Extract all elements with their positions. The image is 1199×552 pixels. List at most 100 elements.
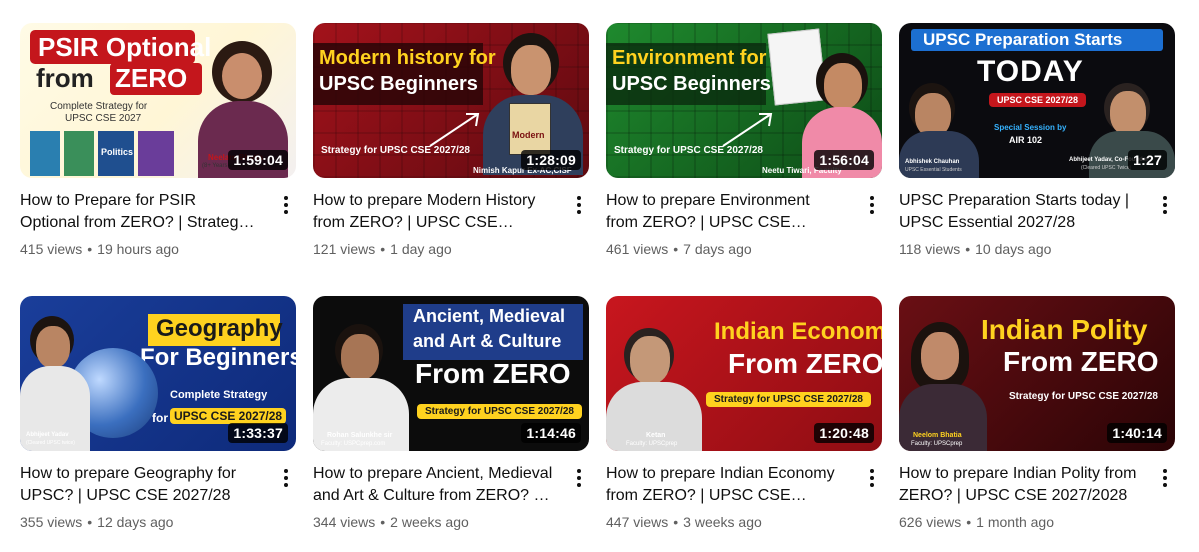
duration-badge: 1:28:09 [521,150,581,170]
video-meta: 415 views • 19 hours ago [20,241,179,257]
thumbnail-text: For Beginners [140,344,296,371]
upload-age: 7 days ago [683,241,752,257]
book-cover [138,131,174,176]
more-vertical-icon[interactable] [276,193,296,217]
video-meta: 447 views • 3 weeks ago [606,514,762,530]
thumbnail-text: From ZERO [728,348,882,379]
person-face [222,53,262,99]
upload-age: 10 days ago [975,241,1052,257]
upload-age: 2 weeks ago [390,514,469,530]
thumbnail-text: Indian Economy [714,318,882,345]
view-count: 344 views [313,514,376,530]
person-face [824,63,862,109]
video-thumbnail[interactable]: PSIR Optional from ZERO Complete Strateg… [20,23,296,178]
video-title[interactable]: How to prepare Indian Polity from ZERO? … [899,463,1139,507]
duration-badge: 1:59:04 [228,150,288,170]
duration-badge: 1:33:37 [228,423,288,443]
video-title[interactable]: How to prepare Environment from ZERO? | … [606,190,846,234]
more-vertical-icon[interactable] [862,466,882,490]
thumbnail-text: TODAY [977,55,1084,88]
view-count: 461 views [606,241,669,257]
thumbnail-tag: UPSC CSE 2027/28 [989,93,1087,107]
person-face [630,336,670,384]
thumbnail-text: Complete Strategy [170,389,268,401]
thumbnail-text: UPSC Beginners [319,73,478,95]
duration-badge: 1:20:48 [814,423,874,443]
thumbnail-text: UPSC CSE 2027 [65,113,142,124]
video-thumbnail[interactable]: Indian Economy From ZERO Strategy for UP… [606,296,882,451]
thumbnail-text: Strategy for UPSC CSE 2027/28 [1009,391,1158,402]
more-vertical-icon[interactable] [569,466,589,490]
more-vertical-icon[interactable] [569,193,589,217]
paper-sheet [767,28,827,106]
upload-age: 3 weeks ago [683,514,762,530]
video-meta: 355 views • 12 days ago [20,514,174,530]
video-thumbnail[interactable]: Indian Polity From ZERO Strategy for UPS… [899,296,1175,451]
duration-badge: 1:56:04 [814,150,874,170]
arrow-icon [722,113,773,147]
upload-age: 1 day ago [390,241,452,257]
upload-age: 1 month ago [976,514,1055,530]
book-cover: Politics [98,131,134,176]
video-card[interactable]: Modern history for UPSC Beginners Strate… [313,23,589,259]
thumbnail-tag: Strategy for UPSC CSE 2027/28 [706,392,871,407]
video-card[interactable]: Geography For Beginners Complete Strateg… [20,296,296,532]
video-thumbnail[interactable]: Modern history for UPSC Beginners Strate… [313,23,589,178]
video-thumbnail[interactable]: UPSC Preparation Starts TODAY UPSC CSE 2… [899,23,1175,178]
upload-age: 19 hours ago [97,241,179,257]
video-meta: 626 views • 1 month ago [899,514,1055,530]
thumbnail-text: PSIR Optional [38,32,212,62]
book-cover [30,131,60,176]
video-title[interactable]: How to Prepare for PSIR Optional from ZE… [20,190,260,234]
view-count: 121 views [313,241,376,257]
video-meta: 121 views • 1 day ago [313,241,452,257]
upload-age: 12 days ago [97,514,174,530]
person-face [36,326,70,368]
more-vertical-icon[interactable] [1155,193,1175,217]
thumbnail-text: Environment for [612,47,767,69]
person-face [921,332,959,380]
video-meta: 461 views • 7 days ago [606,241,752,257]
person-face [511,45,551,95]
view-count: 118 views [899,241,961,257]
video-card[interactable]: Indian Economy From ZERO Strategy for UP… [606,296,882,532]
video-thumbnail[interactable]: Geography For Beginners Complete Strateg… [20,296,296,451]
thumbnail-text: from [36,63,94,93]
video-meta: 344 views • 2 weeks ago [313,514,469,530]
video-title[interactable]: UPSC Preparation Starts today | UPSC Ess… [899,190,1139,234]
more-vertical-icon[interactable] [862,193,882,217]
view-count: 626 views [899,514,962,530]
thumbnail-text: UPSC Beginners [612,73,771,95]
thumbnail-text: ZERO [115,63,188,93]
thumbnail-text: Strategy for UPSC CSE 2027/28 [614,145,763,156]
video-card[interactable]: Indian Polity From ZERO Strategy for UPS… [899,296,1175,532]
thumbnail-text: and Art & Culture [413,331,562,351]
video-title[interactable]: How to prepare Indian Economy from ZERO?… [606,463,846,507]
video-title[interactable]: How to prepare Ancient, Medieval and Art… [313,463,553,507]
book-cover: Modern [509,103,551,155]
thumbnail-text: Complete Strategy for [50,101,148,112]
duration-badge: 1:27 [1128,150,1167,170]
video-meta: 118 views • 10 days ago [899,241,1052,257]
video-thumbnail[interactable]: Environment for UPSC Beginners Strategy … [606,23,882,178]
thumbnail-text: From ZERO [415,358,571,389]
thumbnail-text: Ancient, Medieval [413,306,566,326]
arrow-icon [429,113,480,147]
video-title[interactable]: How to prepare Modern History from ZERO?… [313,190,553,234]
person-body [20,366,90,451]
video-card[interactable]: PSIR Optional from ZERO Complete Strateg… [20,23,296,259]
thumbnail-text: Modern history for [319,47,496,69]
video-thumbnail[interactable]: Ancient, Medieval and Art & Culture From… [313,296,589,451]
video-card[interactable]: Environment for UPSC Beginners Strategy … [606,23,882,259]
more-vertical-icon[interactable] [276,466,296,490]
thumbnail-text: UPSC Preparation Starts [923,30,1123,49]
person-face [1110,91,1146,135]
video-card[interactable]: UPSC Preparation Starts TODAY UPSC CSE 2… [899,23,1175,259]
thumbnail-text: From ZERO [1003,346,1159,377]
duration-badge: 1:14:46 [521,423,581,443]
video-title[interactable]: How to prepare Geography for UPSC? | UPS… [20,463,260,507]
thumbnail-text: Strategy for UPSC CSE 2027/28 [321,145,470,156]
more-vertical-icon[interactable] [1155,466,1175,490]
thumbnail-tag: Strategy for UPSC CSE 2027/28 [417,404,582,419]
video-card[interactable]: Ancient, Medieval and Art & Culture From… [313,296,589,532]
